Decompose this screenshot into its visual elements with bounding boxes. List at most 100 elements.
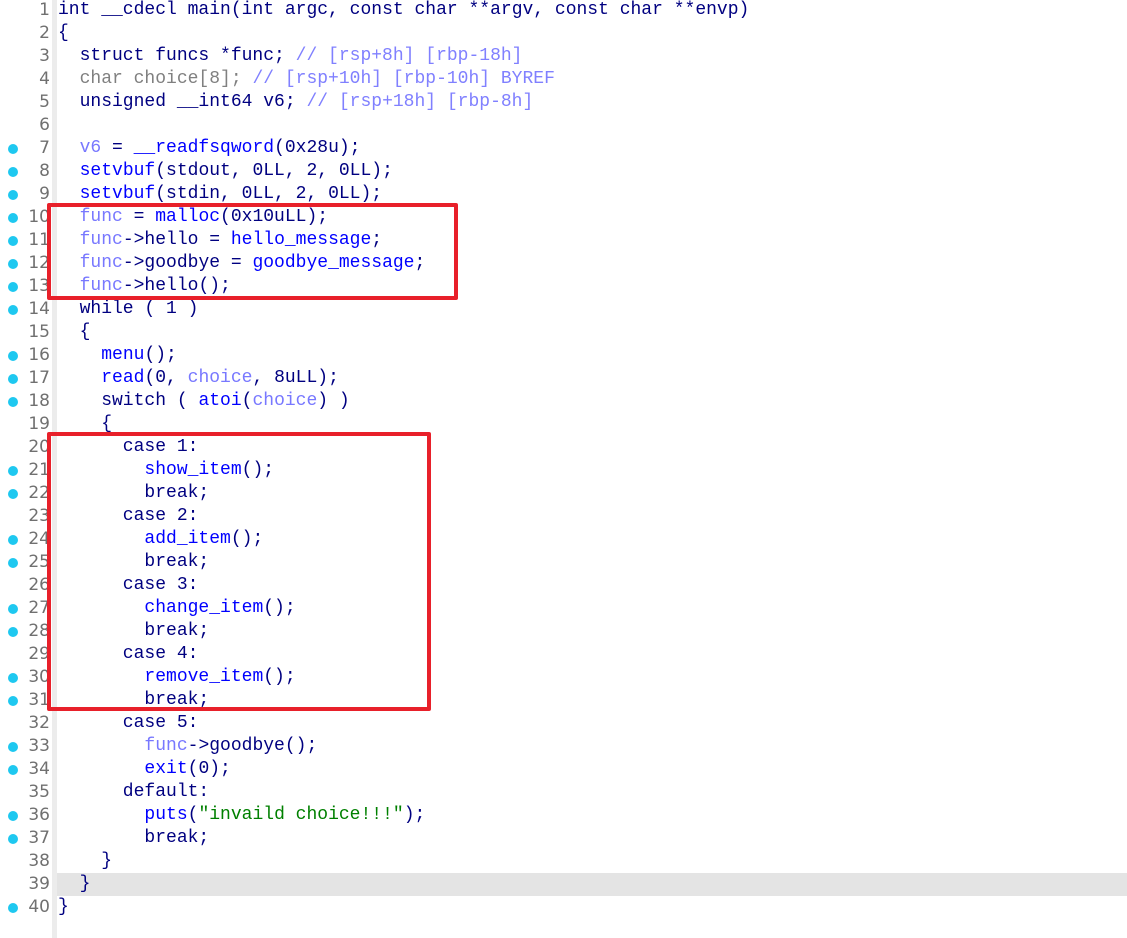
code-token: break; bbox=[58, 552, 210, 572]
code-line[interactable]: 26 case 3: bbox=[0, 574, 1127, 597]
code-token: setvbuf bbox=[79, 161, 156, 181]
breakpoint-dot-icon[interactable] bbox=[8, 397, 18, 407]
code-token: ; bbox=[414, 253, 426, 273]
breakpoint-dot-icon[interactable] bbox=[8, 696, 18, 706]
code-line[interactable]: 33 func->goodbye(); bbox=[0, 735, 1127, 758]
code-line[interactable]: 4 char choice[8]; // [rsp+10h] [rbp-10h]… bbox=[0, 68, 1127, 91]
code-token: break; bbox=[58, 828, 210, 848]
code-text: setvbuf(stdout, 0LL, 2, 0LL); bbox=[57, 160, 1127, 183]
code-line[interactable]: 27 change_item(); bbox=[0, 597, 1127, 620]
code-line[interactable]: 35 default: bbox=[0, 781, 1127, 804]
code-line[interactable]: 7 v6 = __readfsqword(0x28u); bbox=[0, 137, 1127, 160]
code-line[interactable]: 40} bbox=[0, 896, 1127, 919]
code-line[interactable]: 6 bbox=[0, 114, 1127, 137]
code-line[interactable]: 22 break; bbox=[0, 482, 1127, 505]
code-line[interactable]: 31 break; bbox=[0, 689, 1127, 712]
code-line[interactable]: 5 unsigned __int64 v6; // [rsp+18h] [rbp… bbox=[0, 91, 1127, 114]
code-text: add_item(); bbox=[57, 528, 1127, 551]
code-text: func->goodbye = goodbye_message; bbox=[57, 252, 1127, 275]
code-line[interactable]: 8 setvbuf(stdout, 0LL, 2, 0LL); bbox=[0, 160, 1127, 183]
breakpoint-dot-icon[interactable] bbox=[8, 627, 18, 637]
line-number: 37 bbox=[28, 828, 50, 848]
code-text: break; bbox=[57, 827, 1127, 850]
code-line[interactable]: 24 add_item(); bbox=[0, 528, 1127, 551]
code-token: case 5: bbox=[58, 713, 199, 733]
code-token: (); bbox=[241, 460, 275, 480]
code-line[interactable]: 25 break; bbox=[0, 551, 1127, 574]
breakpoint-dot-icon[interactable] bbox=[8, 742, 18, 752]
code-line[interactable]: 38 } bbox=[0, 850, 1127, 873]
code-line[interactable]: 29 case 4: bbox=[0, 643, 1127, 666]
code-token: menu bbox=[101, 345, 145, 365]
code-token: change_item bbox=[144, 598, 264, 618]
line-number: 38 bbox=[28, 851, 50, 871]
code-token: puts bbox=[144, 805, 188, 825]
line-number: 18 bbox=[28, 391, 50, 411]
code-text: { bbox=[57, 22, 1127, 45]
code-line[interactable]: 39 } bbox=[0, 873, 1127, 896]
code-token: (0); bbox=[187, 759, 231, 779]
code-line[interactable]: 19 { bbox=[0, 413, 1127, 436]
line-number: 24 bbox=[28, 529, 50, 549]
code-line[interactable]: 10 func = malloc(0x10uLL); bbox=[0, 206, 1127, 229]
code-line[interactable]: 2{ bbox=[0, 22, 1127, 45]
code-line[interactable]: 37 break; bbox=[0, 827, 1127, 850]
code-text: break; bbox=[57, 620, 1127, 643]
code-line[interactable]: 3 struct funcs *func; // [rsp+8h] [rbp-1… bbox=[0, 45, 1127, 68]
breakpoint-dot-icon[interactable] bbox=[8, 305, 18, 315]
breakpoint-dot-icon[interactable] bbox=[8, 466, 18, 476]
code-token: } bbox=[58, 874, 91, 894]
breakpoint-dot-icon[interactable] bbox=[8, 811, 18, 821]
breakpoint-dot-icon[interactable] bbox=[8, 167, 18, 177]
line-number: 2 bbox=[39, 23, 50, 43]
code-line[interactable]: 32 case 5: bbox=[0, 712, 1127, 735]
code-line[interactable]: 11 func->hello = hello_message; bbox=[0, 229, 1127, 252]
code-line[interactable]: 9 setvbuf(stdin, 0LL, 2, 0LL); bbox=[0, 183, 1127, 206]
code-line[interactable]: 13 func->hello(); bbox=[0, 275, 1127, 298]
breakpoint-dot-icon[interactable] bbox=[8, 374, 18, 384]
code-token: // [rsp+18h] [rbp-8h] bbox=[306, 92, 534, 112]
breakpoint-dot-icon[interactable] bbox=[8, 144, 18, 154]
breakpoint-dot-icon[interactable] bbox=[8, 765, 18, 775]
code-line[interactable]: 20 case 1: bbox=[0, 436, 1127, 459]
code-token: default: bbox=[58, 782, 210, 802]
code-text: v6 = __readfsqword(0x28u); bbox=[57, 137, 1127, 160]
breakpoint-dot-icon[interactable] bbox=[8, 351, 18, 361]
breakpoint-dot-icon[interactable] bbox=[8, 282, 18, 292]
breakpoint-dot-icon[interactable] bbox=[8, 604, 18, 614]
code-line[interactable]: 28 break; bbox=[0, 620, 1127, 643]
code-token: v6 bbox=[79, 138, 102, 158]
code-line[interactable]: 12 func->goodbye = goodbye_message; bbox=[0, 252, 1127, 275]
line-number: 40 bbox=[28, 897, 50, 917]
code-token: func bbox=[79, 230, 123, 250]
breakpoint-dot-icon[interactable] bbox=[8, 558, 18, 568]
breakpoint-dot-icon[interactable] bbox=[8, 834, 18, 844]
breakpoint-dot-icon[interactable] bbox=[8, 190, 18, 200]
code-line[interactable]: 17 read(0, choice, 8uLL); bbox=[0, 367, 1127, 390]
breakpoint-dot-icon[interactable] bbox=[8, 489, 18, 499]
code-token: ->goodbye(); bbox=[187, 736, 318, 756]
line-number: 12 bbox=[28, 253, 50, 273]
code-line[interactable]: 14 while ( 1 ) bbox=[0, 298, 1127, 321]
code-line[interactable]: 36 puts("invaild choice!!!"); bbox=[0, 804, 1127, 827]
breakpoint-dot-icon[interactable] bbox=[8, 259, 18, 269]
breakpoint-dot-icon[interactable] bbox=[8, 903, 18, 913]
line-number: 25 bbox=[28, 552, 50, 572]
breakpoint-dot-icon[interactable] bbox=[8, 535, 18, 545]
code-line[interactable]: 18 switch ( atoi(choice) ) bbox=[0, 390, 1127, 413]
code-line[interactable]: 34 exit(0); bbox=[0, 758, 1127, 781]
code-line[interactable]: 21 show_item(); bbox=[0, 459, 1127, 482]
code-line[interactable]: 16 menu(); bbox=[0, 344, 1127, 367]
code-token: = bbox=[122, 207, 156, 227]
code-text: func = malloc(0x10uLL); bbox=[57, 206, 1127, 229]
code-line[interactable]: 30 remove_item(); bbox=[0, 666, 1127, 689]
breakpoint-dot-icon[interactable] bbox=[8, 236, 18, 246]
code-line[interactable]: 23 case 2: bbox=[0, 505, 1127, 528]
code-line[interactable]: 15 { bbox=[0, 321, 1127, 344]
breakpoint-dot-icon[interactable] bbox=[8, 673, 18, 683]
code-line[interactable]: 1 int __cdecl main(int argc, const char *… bbox=[0, 0, 1127, 22]
code-token: break; bbox=[58, 483, 210, 503]
breakpoint-dot-icon[interactable] bbox=[8, 213, 18, 223]
